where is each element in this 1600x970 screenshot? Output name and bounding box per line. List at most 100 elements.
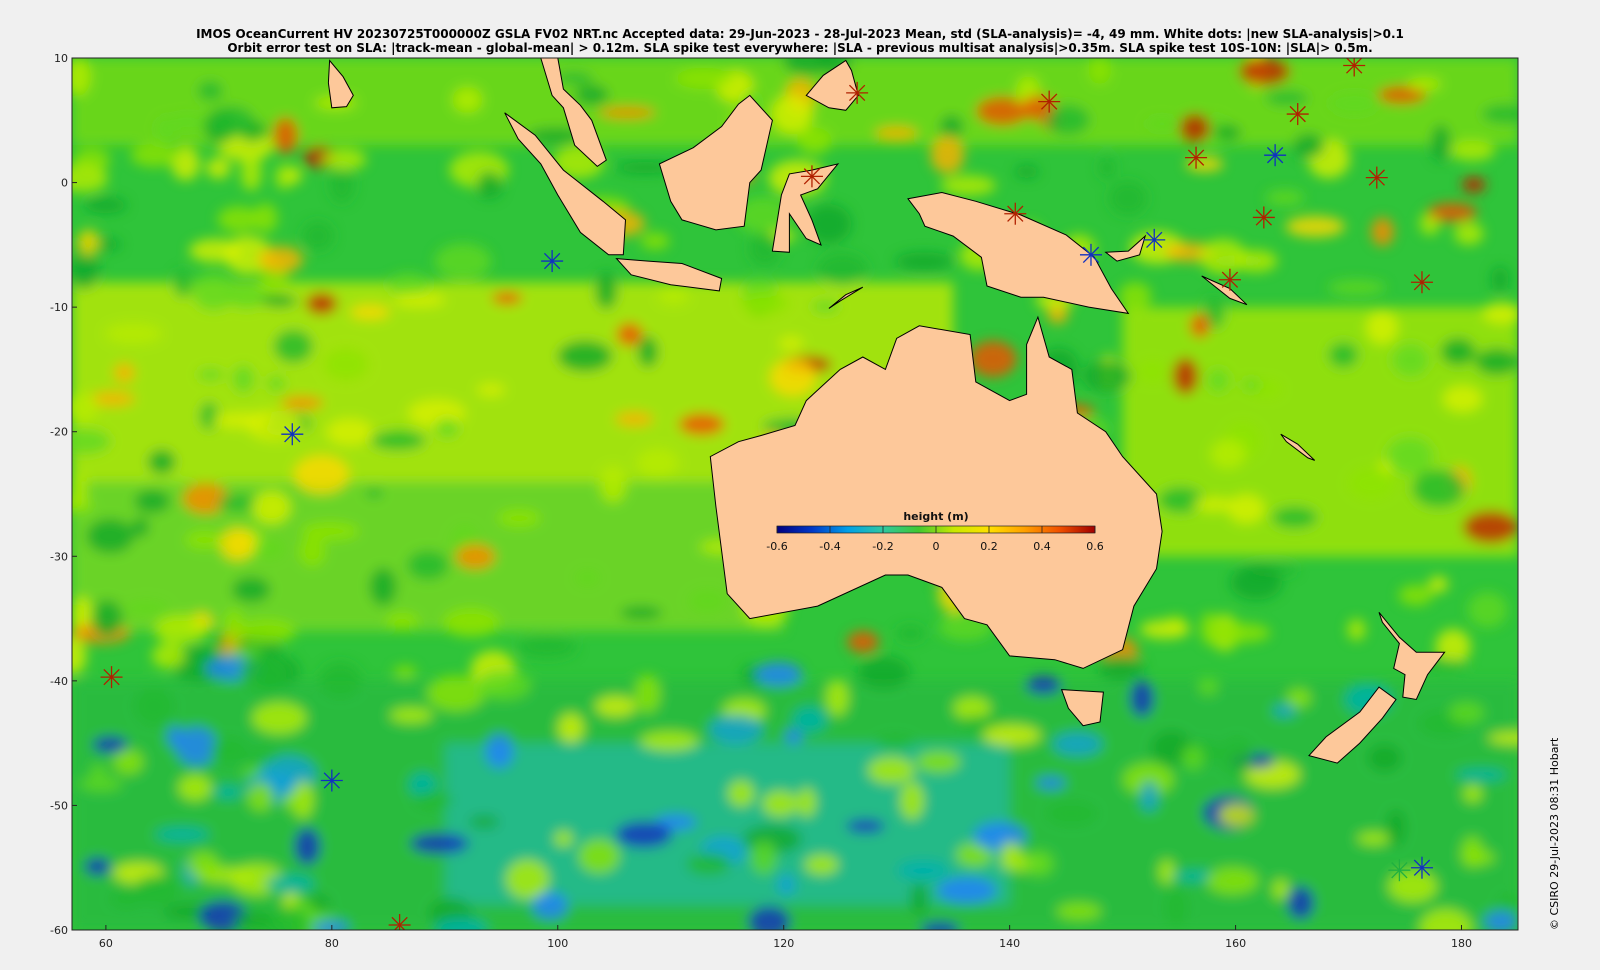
flag-marker bbox=[846, 81, 869, 104]
sla-patch bbox=[1357, 832, 1391, 846]
sla-patch bbox=[1411, 468, 1466, 509]
sla-patch bbox=[166, 725, 184, 748]
sla-patch bbox=[497, 508, 542, 528]
sla-patch bbox=[469, 815, 499, 829]
x-tick-label: 180 bbox=[1451, 937, 1472, 950]
sla-patch bbox=[1045, 104, 1091, 136]
sla-patch bbox=[443, 607, 500, 638]
sla-patch bbox=[1327, 279, 1386, 296]
sla-patch bbox=[196, 367, 225, 382]
y-tick-label: 10 bbox=[54, 52, 68, 65]
sla-patch bbox=[207, 105, 255, 138]
y-tick-label: -50 bbox=[50, 799, 68, 812]
sla-patch bbox=[133, 875, 180, 906]
sla-patch bbox=[727, 780, 755, 807]
sla-patch bbox=[349, 304, 391, 320]
sla-patch bbox=[91, 599, 124, 638]
flag-marker bbox=[1252, 206, 1275, 229]
sla-patch bbox=[1000, 841, 1021, 862]
sla-patch bbox=[1498, 894, 1518, 913]
sla-patch bbox=[640, 232, 670, 250]
sla-patch bbox=[847, 631, 879, 653]
sla-patch bbox=[517, 634, 577, 659]
sla-patch bbox=[1185, 156, 1224, 172]
sla-patch bbox=[686, 852, 731, 876]
sla-patch bbox=[776, 873, 796, 896]
sla-patch bbox=[240, 154, 262, 191]
sla-patch bbox=[1165, 888, 1188, 927]
sla-patch bbox=[231, 576, 271, 604]
sla-patch bbox=[708, 714, 764, 744]
sla-patch bbox=[124, 600, 170, 617]
sla-patch bbox=[916, 751, 961, 773]
sla-patch bbox=[1230, 564, 1283, 600]
sla-patch bbox=[1056, 902, 1102, 921]
sla-patch bbox=[505, 859, 550, 900]
sla-patch bbox=[452, 86, 483, 114]
sla-patch bbox=[1328, 91, 1381, 116]
sla-patch bbox=[1139, 619, 1191, 639]
sla-patch bbox=[940, 175, 996, 196]
sla-patch bbox=[240, 653, 291, 693]
sla-patch bbox=[1327, 341, 1359, 369]
sla-patch bbox=[147, 448, 177, 476]
sla-patch bbox=[910, 882, 929, 915]
flag-marker bbox=[800, 165, 823, 188]
sla-patch bbox=[322, 346, 370, 382]
sla-patch bbox=[784, 728, 803, 744]
sla-patch bbox=[636, 448, 680, 478]
sla-patch bbox=[640, 731, 699, 752]
sla-patch bbox=[305, 292, 338, 315]
sla-patch bbox=[1213, 124, 1242, 142]
sla-patch bbox=[754, 661, 803, 687]
sla-patch bbox=[1265, 189, 1305, 207]
sla-patch bbox=[187, 851, 220, 879]
sla-patch bbox=[282, 792, 305, 810]
sla-patch bbox=[857, 655, 911, 689]
sla-patch bbox=[748, 905, 791, 930]
credit-label: © CSIRO 29-Jul-2023 08:31 Hobart bbox=[1548, 737, 1561, 930]
sla-patch bbox=[89, 764, 107, 778]
sla-patch bbox=[206, 157, 231, 179]
sla-patch bbox=[84, 197, 127, 214]
sla-patch bbox=[599, 465, 627, 504]
sla-patch bbox=[1462, 510, 1518, 544]
sla-patch bbox=[1488, 731, 1518, 745]
sla-patch bbox=[1482, 302, 1518, 325]
sla-patch bbox=[72, 636, 87, 675]
sla-patch bbox=[1082, 360, 1132, 393]
sla-patch bbox=[104, 323, 163, 345]
flag-marker bbox=[388, 914, 411, 930]
sla-patch bbox=[1157, 486, 1204, 514]
sla-patch bbox=[1292, 132, 1325, 159]
sla-patch bbox=[261, 293, 298, 308]
sla-patch bbox=[1371, 217, 1394, 247]
sla-patch bbox=[258, 246, 304, 273]
sla-patch bbox=[1365, 310, 1399, 345]
sla-patch bbox=[1241, 378, 1261, 392]
sla-patch bbox=[896, 860, 951, 881]
x-tick-label: 140 bbox=[999, 937, 1020, 950]
sla-patch bbox=[1272, 879, 1290, 900]
sla-patch bbox=[1200, 612, 1218, 645]
sla-patch bbox=[1234, 249, 1278, 273]
sla-patch bbox=[1448, 701, 1485, 724]
sla-patch bbox=[1449, 140, 1495, 162]
y-tick-label: -20 bbox=[50, 426, 68, 439]
sla-patch bbox=[899, 781, 925, 820]
sla-patch bbox=[251, 490, 292, 525]
sla-patch bbox=[1463, 784, 1483, 803]
sla-patch bbox=[1207, 368, 1230, 393]
sla-patch bbox=[1367, 744, 1402, 772]
sla-patch bbox=[598, 106, 656, 119]
sla-patch bbox=[1098, 156, 1116, 180]
sla-patch bbox=[804, 854, 839, 875]
sla-patch bbox=[678, 413, 725, 436]
sla-patch bbox=[797, 127, 832, 155]
sla-patch bbox=[1158, 859, 1175, 885]
sla-patch bbox=[476, 383, 506, 397]
sla-patch bbox=[275, 164, 293, 190]
sla-patch bbox=[1481, 103, 1518, 125]
sla-patch bbox=[1347, 618, 1366, 641]
sla-patch bbox=[1286, 688, 1312, 708]
